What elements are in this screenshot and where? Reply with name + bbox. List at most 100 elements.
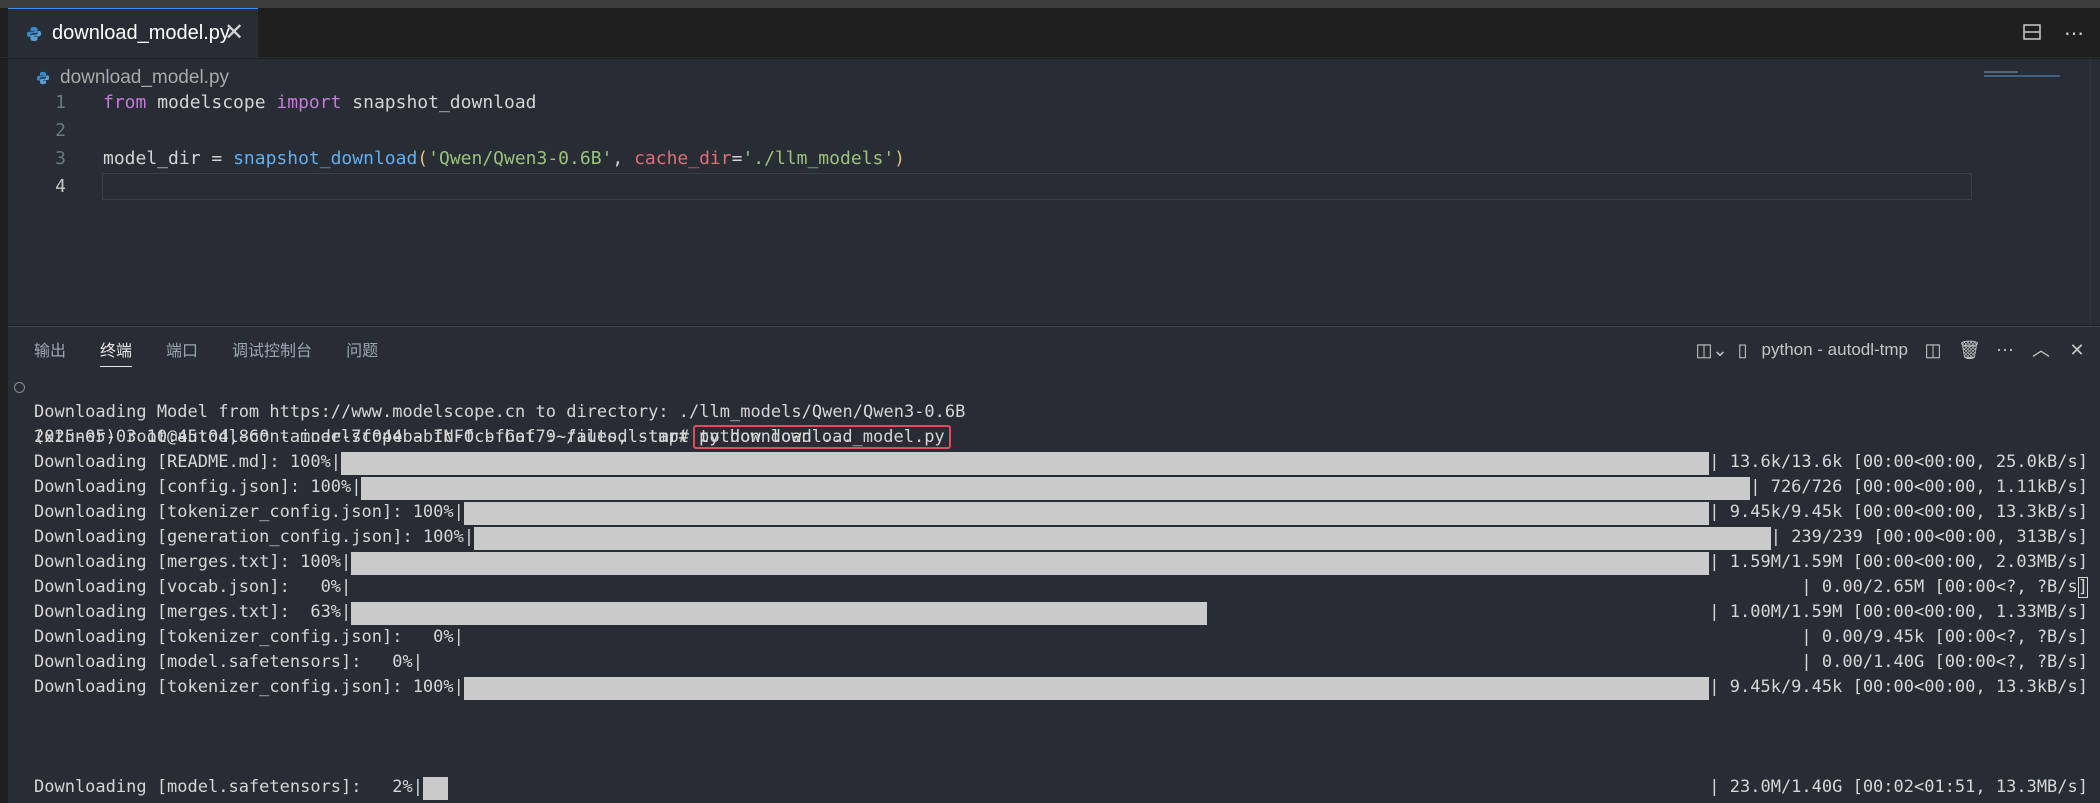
terminal-progress-stats: | 0.00/9.45k [00:00<?, ?B/s] <box>1801 627 2088 647</box>
panel-tabs: 输出 终端 端口 调试控制台 问题 <box>34 341 378 367</box>
terminal-line: Downloading [generation_config.json]: 10… <box>8 525 2100 550</box>
panel-tab[interactable]: 输出 <box>34 341 66 367</box>
code-token: 'Qwen/Qwen3-0.6B' <box>428 148 613 169</box>
terminal-line: Downloading [model.safetensors]: 0%| | 0.… <box>8 650 2100 675</box>
terminal-line-text: Downloading [model.safetensors]: 0%| <box>34 652 423 672</box>
terminal-progress-stats: | 0.00/1.40G [00:00<?, ?B/s] <box>1801 652 2088 672</box>
terminal-line: Downloading [tokenizer_config.json]: 100… <box>8 500 2100 525</box>
terminal-progress-stats: | 1.00M/1.59M [00:00<00:00, 1.33MB/s] <box>1709 602 2088 622</box>
code-token: from <box>103 92 147 113</box>
more-actions-icon[interactable]: ⋯ <box>1994 339 2016 361</box>
terminal-progress-stats: | 13.6k/13.6k [00:00<00:00, 25.0kB/s] <box>1709 452 2088 472</box>
split-editor-icon[interactable] <box>2020 22 2044 46</box>
progress-bar-fill <box>361 477 1751 500</box>
code-line[interactable]: 1 from modelscope import snapshot_downloa… <box>8 89 2100 117</box>
terminal-line: Downloading [model.safetensors]: 2%| | 23… <box>8 775 2100 800</box>
code-text: model_dir = snapshot_download('Qwen/Qwen… <box>103 145 905 173</box>
terminal-line: Downloading [merges.txt]: 100%| | 1.59M/1… <box>8 550 2100 575</box>
progress-bar-fill <box>422 777 449 800</box>
terminal-line-text: 2025-05-03 10:45:04,860 - modelscope - I… <box>34 427 853 447</box>
code-token: model_dir <box>103 148 201 169</box>
terminal-line-text: Downloading [tokenizer_config.json]: 0%| <box>34 627 464 647</box>
line-number: 2 <box>55 120 66 141</box>
terminal-progress-stats: | 23.0M/1.40G [00:02<01:51, 13.3MB/s] <box>1709 777 2088 797</box>
terminal-line-text: Downloading [merges.txt]: 63%| <box>34 602 352 622</box>
progress-bar-fill <box>473 527 1771 550</box>
terminal-selector[interactable]: ▯ python - autodl-tmp <box>1732 339 1908 361</box>
line-number: 3 <box>55 148 66 169</box>
breadcrumb-file[interactable]: download_model.py <box>60 67 229 89</box>
terminal-line-text: Downloading [generation_config.json]: 10… <box>34 527 475 547</box>
terminal-line-text: Downloading [vocab.json]: 0%| <box>34 577 352 597</box>
maximize-panel-icon[interactable]: ︿ <box>2030 339 2052 361</box>
terminal-output[interactable]: (xtuner) root@autodl-container-7f044babf… <box>8 375 2100 800</box>
line-number: 1 <box>55 92 66 113</box>
terminal-progress-stats: | 9.45k/9.45k [00:00<00:00, 13.3kB/s] <box>1709 677 2088 697</box>
panel-tab[interactable]: 终端 <box>100 341 133 367</box>
code-token: snapshot_download <box>341 92 537 113</box>
code-line[interactable]: 3 model_dir = snapshot_download('Qwen/Qwe… <box>8 145 2100 173</box>
terminal-line: Downloading [tokenizer_config.json]: 0%|… <box>8 625 2100 650</box>
code-text: from modelscope import snapshot_download <box>103 89 537 117</box>
bottom-panel: 输出 终端 端口 调试控制台 问题 ◫⌄ ▯ python - autodl-tmp ◫… <box>8 326 2100 803</box>
progress-bar-fill <box>351 602 1207 625</box>
current-line-highlight <box>102 173 1972 200</box>
progress-bar-fill <box>463 502 1710 525</box>
terminal-line: Downloading [README.md]: 100%| | 13.6k/13… <box>8 450 2100 475</box>
terminal-line-text: Downloading [README.md]: 100%| <box>34 452 342 472</box>
tab-label: download_model.py <box>52 22 230 44</box>
code-line[interactable]: 4 <box>8 173 2100 201</box>
progress-bar-fill <box>463 677 1710 700</box>
panel-tab[interactable]: 调试控制台 <box>232 341 312 367</box>
terminal-line-text: Downloading [tokenizer_config.json]: 100… <box>34 502 464 522</box>
code-editor[interactable]: download_model.py 1 from modelscope impor… <box>8 59 2100 325</box>
code-token: = <box>731 148 743 169</box>
code-line[interactable]: 2 <box>8 117 2100 145</box>
code-token: import <box>276 92 342 113</box>
line-number: 4 <box>55 176 66 197</box>
terminal-line-text: Downloading [config.json]: 100%| <box>34 477 362 497</box>
terminal-line: Downloading [merges.txt]: 63%| | 1.00M/1.… <box>8 600 2100 625</box>
code-token: , <box>612 148 635 169</box>
code-token: modelscope <box>146 92 277 113</box>
split-icon[interactable]: ◫ <box>1922 339 1944 361</box>
panel-tab[interactable]: 端口 <box>166 341 198 367</box>
code-token: snapshot_download <box>233 148 418 169</box>
panel-actions: ◫⌄ ▯ python - autodl-tmp ◫ 🗑 ⋯ ︿ ✕ <box>1696 339 2088 361</box>
terminal-progress-stats: | 0.00/2.65M [00:00<?, ?B/s] <box>1801 577 2088 597</box>
close-icon[interactable]: ✕ <box>220 19 248 47</box>
terminal-name: python - autodl-tmp <box>1761 340 1908 359</box>
tab-download-model[interactable]: download_model.py ✕ <box>8 8 258 58</box>
title-strip <box>0 0 2100 8</box>
code-token: './llm_models' <box>742 148 895 169</box>
terminal-line: Downloading [config.json]: 100%| | 726/72… <box>8 475 2100 500</box>
python-icon <box>27 26 41 41</box>
trash-icon[interactable]: 🗑 <box>1958 339 1981 361</box>
split-terminal-icon[interactable]: ◫⌄ <box>1696 339 1728 361</box>
terminal-line: Downloading [vocab.json]: 0%| | 0.00/2.65… <box>8 575 2100 600</box>
minimap[interactable] <box>1984 69 2060 83</box>
code-token: = <box>200 148 234 169</box>
code-token: cache_dir <box>634 148 732 169</box>
terminal-prompt-line: (xtuner) root@autodl-container-7f044babf… <box>8 375 2100 449</box>
terminal-cursor <box>2078 577 2088 598</box>
close-panel-icon[interactable]: ✕ <box>2066 339 2088 361</box>
terminal-line-text: Downloading [tokenizer_config.json]: 100… <box>34 677 464 697</box>
terminal-progress-stats: | 9.45k/9.45k [00:00<00:00, 13.3kB/s] <box>1709 502 2088 522</box>
terminal-line: Downloading Model from https://www.model… <box>8 400 2100 425</box>
more-actions-icon[interactable]: ⋯ <box>2062 22 2086 46</box>
progress-bar-fill <box>340 452 1710 475</box>
panel-tab[interactable]: 问题 <box>346 341 378 367</box>
code-token: ( <box>417 148 429 169</box>
circle-icon <box>14 382 25 393</box>
terminal-progress-stats: | 239/239 [00:00<00:00, 313B/s] <box>1770 527 2088 547</box>
code-lines[interactable]: 1 from modelscope import snapshot_downloa… <box>8 89 2100 201</box>
code-token: ) <box>894 148 906 169</box>
terminal-icon: ▯ <box>1737 340 1748 360</box>
terminal-line-text: Downloading Model from https://www.model… <box>34 402 966 422</box>
editor-tab-bar: download_model.py ✕ ⋯ <box>0 8 2100 58</box>
editor-scrollbar[interactable] <box>2090 59 2100 325</box>
terminal-progress-stats: | 1.59M/1.59M [00:00<00:00, 2.03MB/s] <box>1709 552 2088 572</box>
